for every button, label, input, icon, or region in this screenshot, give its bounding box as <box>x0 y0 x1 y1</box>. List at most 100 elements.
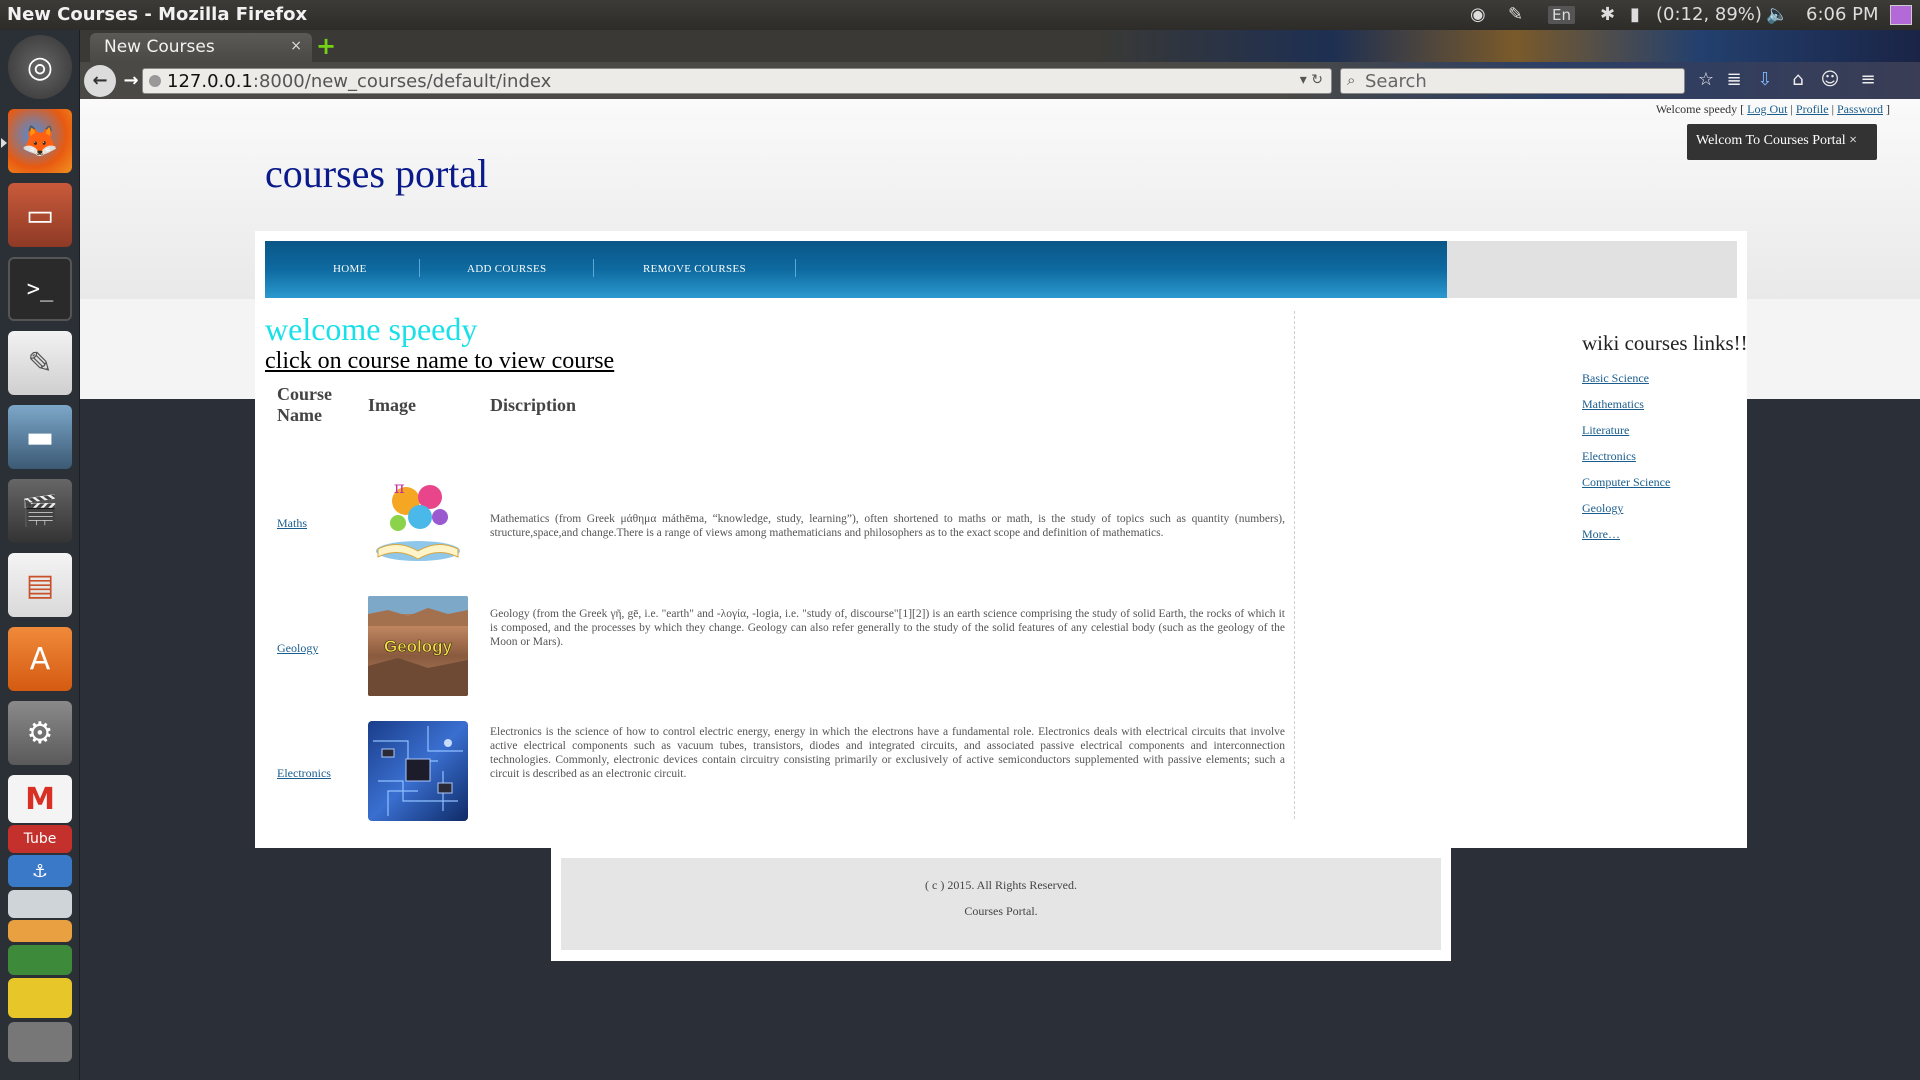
footer-inner: ( c ) 2015. All Rights Reserved. Courses… <box>561 858 1441 950</box>
app-icon-stack-1[interactable] <box>8 890 72 918</box>
search-input[interactable]: ⌕ Search <box>1340 68 1685 94</box>
browser-navbar: ← → 127.0.0.1:8000/new_courses/default/i… <box>80 62 1920 99</box>
profile-link[interactable]: Profile <box>1796 102 1829 116</box>
course-description-electronics: Electronics is the science of how to con… <box>490 726 1285 780</box>
header-course-name-line1: Course <box>277 384 332 404</box>
welcome-heading: welcome speedy <box>265 311 478 347</box>
app-icon-stack-2[interactable] <box>8 920 72 942</box>
keyboard-layout-indicator[interactable]: En <box>1548 6 1575 24</box>
back-arrow-icon[interactable]: ← <box>84 65 116 97</box>
wiki-link-electronics[interactable]: Electronics <box>1582 449 1636 464</box>
wiki-link-computer-science[interactable]: Computer Science <box>1582 475 1670 490</box>
battery-status[interactable]: (0:12, 89%) <box>1656 4 1762 25</box>
text-editor-icon[interactable]: ✎ <box>8 331 72 395</box>
auth-sep: | <box>1828 102 1837 116</box>
header-image: Image <box>368 395 416 415</box>
auth-navbar: Welcome speedy [ Log Out | Profile | Pas… <box>1656 102 1890 117</box>
logout-link[interactable]: Log Out <box>1747 102 1787 116</box>
top-panel: New Courses - Mozilla Firefox ◉ ✎ En ✱ ▮… <box>0 0 1920 30</box>
menu-divider <box>593 259 594 277</box>
app-icon-stack-3[interactable] <box>8 945 72 975</box>
running-indicator <box>1 138 7 148</box>
circuit-board-illustration <box>373 726 463 816</box>
page-footer: ( c ) 2015. All Rights Reserved. Courses… <box>551 848 1451 961</box>
wiki-link-mathematics[interactable]: Mathematics <box>1582 397 1644 412</box>
course-link-electronics[interactable]: Electronics <box>277 766 331 781</box>
url-host: 127.0.0.1 <box>167 71 253 92</box>
menu-item-remove-courses[interactable]: REMOVE COURSES <box>643 263 746 275</box>
new-tab-icon[interactable]: + <box>316 32 336 60</box>
flash-message[interactable]: Welcom To Courses Portal × <box>1687 124 1877 160</box>
page-viewport: Welcome speedy [ Log Out | Profile | Pas… <box>80 99 1920 1080</box>
firefox-icon[interactable]: 🦊 <box>8 109 72 173</box>
forward-arrow-icon[interactable]: → <box>120 67 142 95</box>
menu-item-add-courses[interactable]: ADD COURSES <box>467 263 546 275</box>
clock[interactable]: 6:06 PM <box>1806 4 1879 25</box>
wiki-link-geology[interactable]: Geology <box>1582 501 1623 516</box>
chrome-indicator-icon[interactable]: ◉ <box>1470 4 1486 25</box>
course-link-geology[interactable]: Geology <box>277 641 318 656</box>
course-image-electronics <box>368 721 468 821</box>
youtube-icon[interactable]: Tube <box>8 825 72 853</box>
password-link[interactable]: Password <box>1837 102 1883 116</box>
copyright-text: ( c ) 2015. All Rights Reserved. <box>925 878 1077 892</box>
url-dropdown-reload-icon[interactable]: ▾ ↻ <box>1300 72 1323 88</box>
tab-new-courses[interactable]: New Courses × <box>90 33 312 62</box>
course-link-maths[interactable]: Maths <box>277 516 307 531</box>
software-center-icon[interactable]: A <box>8 627 72 691</box>
url-bar[interactable]: 127.0.0.1:8000/new_courses/default/index… <box>142 68 1332 94</box>
main-menu-bar: HOME ADD COURSES REMOVE COURSES <box>265 241 1447 298</box>
footer-site-name: Courses Portal. <box>964 904 1038 918</box>
geology-image-text: Geology <box>384 637 453 656</box>
tab-close-icon[interactable]: × <box>290 38 302 54</box>
auth-welcome-text: Welcome speedy [ <box>1655 102 1748 116</box>
hello-icon[interactable]: ☺ <box>1818 69 1842 90</box>
wiki-link-literature[interactable]: Literature <box>1582 423 1629 438</box>
header-course-name-line2: Name <box>277 405 322 425</box>
pi-glyph: π <box>394 478 405 497</box>
battery-icon[interactable]: ▮ <box>1630 4 1640 25</box>
bookmarks-list-icon[interactable]: ≣ <box>1722 69 1746 90</box>
bluetooth-icon[interactable]: ✱ <box>1600 4 1615 25</box>
tab-title: New Courses <box>104 37 215 57</box>
instructions-text: click on course name to view course <box>265 348 615 374</box>
auth-end: ] <box>1883 102 1890 116</box>
network-icon[interactable]: ✎ <box>1508 4 1523 25</box>
files-icon[interactable]: ▭ <box>8 183 72 247</box>
math-book-illustration: π <box>376 478 460 561</box>
volume-icon[interactable]: 🔈 <box>1766 4 1788 25</box>
session-menu-icon[interactable] <box>1890 5 1912 25</box>
url-path: :8000/new_courses/default/index <box>252 71 552 92</box>
main-content: welcome speedy click on course name to v… <box>265 311 1295 821</box>
downloads-icon[interactable]: ⇩ <box>1753 69 1777 90</box>
system-settings-icon[interactable]: ⚙ <box>8 701 72 765</box>
course-image-maths: π <box>368 471 468 571</box>
menu-item-home[interactable]: HOME <box>333 263 367 275</box>
browser-tab-strip: New Courses × + <box>80 30 1920 62</box>
dash-home-icon[interactable]: ◎ <box>8 35 72 99</box>
home-icon[interactable]: ⌂ <box>1786 69 1810 90</box>
menu-divider <box>419 259 420 277</box>
app-icon-stack-4[interactable] <box>8 978 72 1018</box>
site-brand-title[interactable]: courses portal <box>265 150 488 197</box>
bookmark-star-icon[interactable]: ☆ <box>1694 69 1718 90</box>
menu-hamburger-icon[interactable]: ≡ <box>1856 69 1880 90</box>
menu-bar-filler <box>1447 241 1737 298</box>
app-icon-stack-5[interactable] <box>8 1022 72 1062</box>
wiki-link-basic-science[interactable]: Basic Science <box>1582 371 1649 386</box>
course-description-geology: Geology (from the Greek γῆ, gē, i.e. "ea… <box>490 608 1285 648</box>
wiki-link-more[interactable]: More… <box>1582 527 1620 542</box>
header-description: Discription <box>490 395 577 415</box>
image-viewer-icon[interactable]: ▬ <box>8 405 72 469</box>
site-identity-icon[interactable] <box>149 75 161 87</box>
presentation-icon[interactable]: ▤ <box>8 553 72 617</box>
terminal-icon[interactable]: >_ <box>8 257 72 321</box>
course-image-geology: Geology <box>368 596 468 696</box>
video-editor-icon[interactable]: 🎬 <box>8 479 72 543</box>
main-container: HOME ADD COURSES REMOVE COURSES welcome … <box>255 231 1747 848</box>
search-icon: ⌕ <box>1347 71 1356 89</box>
gmail-icon[interactable]: M <box>8 775 72 823</box>
header-course-name: Course Name <box>277 384 332 426</box>
sidebar-title: wiki courses links!! <box>1582 331 1748 355</box>
app-icon-anchor[interactable]: ⚓ <box>8 855 72 887</box>
